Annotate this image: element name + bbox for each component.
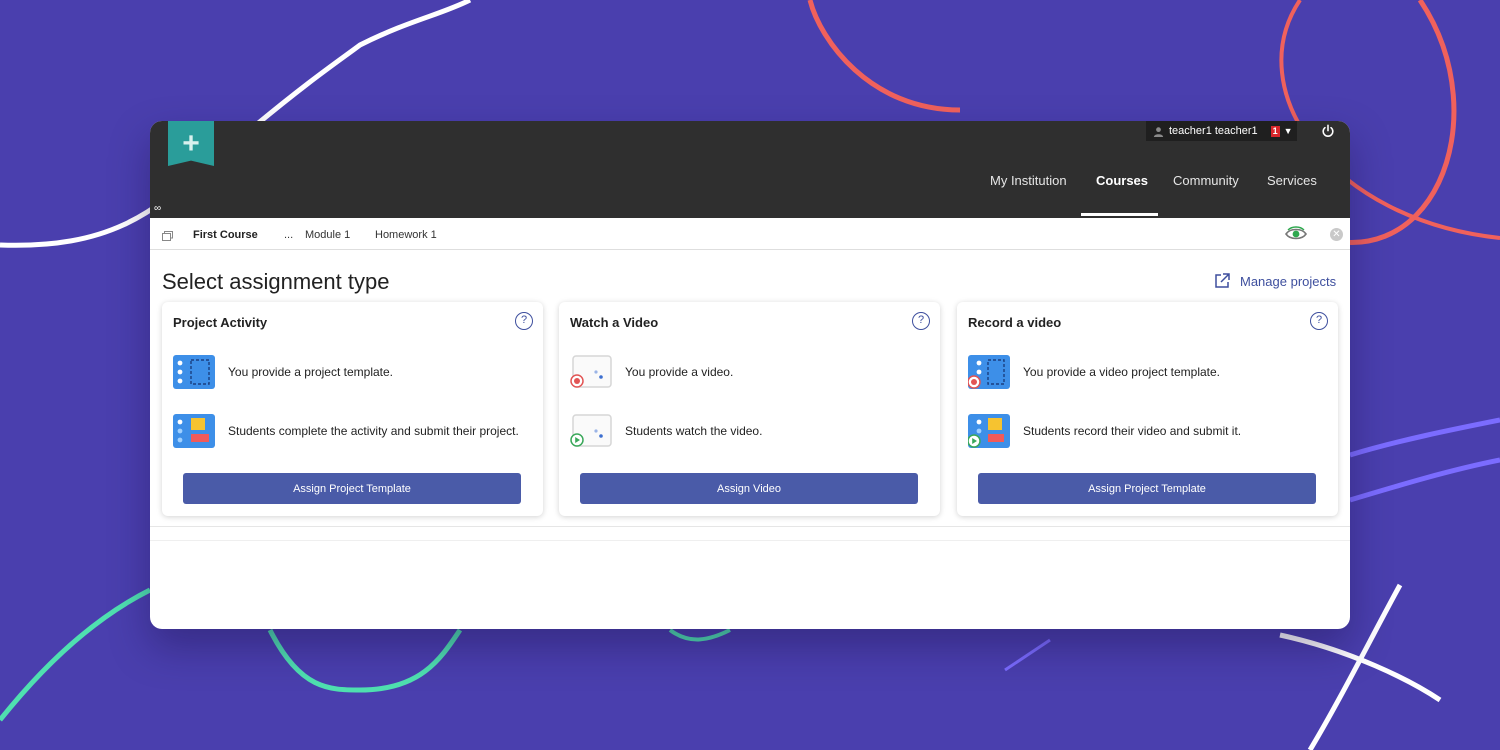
- list-item: Students record their video and submit i…: [968, 414, 1241, 448]
- assign-project-template-button[interactable]: Assign Project Template: [183, 473, 521, 504]
- nav-item-my-institution[interactable]: My Institution: [990, 169, 1067, 218]
- card-title: Record a video: [968, 315, 1062, 330]
- nav-item-community[interactable]: Community: [1173, 169, 1239, 218]
- user-menu[interactable]: teacher1 teacher1 1 ▼: [1146, 121, 1297, 141]
- submit-video-icon: [968, 414, 1010, 448]
- divider: [150, 526, 1350, 527]
- video-play-icon: [570, 414, 612, 447]
- top-navigation-bar: + ∞ teacher1 teacher1 1 ▼ My Institution…: [150, 121, 1350, 218]
- nav-item-courses[interactable]: Courses: [1096, 169, 1148, 218]
- add-logo-icon[interactable]: +: [168, 121, 214, 166]
- manage-projects-label: Manage projects: [1240, 273, 1337, 289]
- help-icon[interactable]: ?: [515, 312, 533, 330]
- notification-badge[interactable]: 1: [1270, 125, 1280, 137]
- main-nav: My Institution Courses Community Service…: [150, 169, 1350, 218]
- assign-project-template-button[interactable]: Assign Project Template: [978, 473, 1316, 504]
- assign-video-button[interactable]: Assign Video: [580, 473, 918, 504]
- card-title: Project Activity: [173, 315, 268, 330]
- video-record-icon: [570, 355, 612, 388]
- row-text: Students complete the activity and submi…: [228, 424, 519, 438]
- user-name: teacher1 teacher1: [1169, 125, 1258, 137]
- watch-video-card: Watch a Video ? You provide a video. Stu…: [559, 302, 940, 516]
- manage-projects-link[interactable]: Manage projects: [1213, 272, 1336, 290]
- eye-icon[interactable]: [1285, 226, 1307, 242]
- nav-item-services[interactable]: Services: [1267, 169, 1317, 218]
- help-icon[interactable]: ?: [912, 312, 930, 330]
- card-title: Watch a Video: [570, 315, 659, 330]
- app-window: + ∞ teacher1 teacher1 1 ▼ My Institution…: [150, 121, 1350, 629]
- project-activity-card: Project Activity ? You provide a project…: [162, 302, 543, 516]
- divider: [150, 540, 1350, 541]
- row-text: Students watch the video.: [625, 424, 763, 438]
- list-item: You provide a video project template.: [968, 355, 1220, 389]
- breadcrumb-module[interactable]: Module 1: [305, 229, 350, 241]
- external-link-icon: [1215, 273, 1230, 288]
- row-text: You provide a video.: [625, 365, 734, 379]
- row-text: You provide a video project template.: [1023, 365, 1221, 379]
- completed-project-icon: [173, 414, 215, 448]
- help-icon[interactable]: ?: [1310, 312, 1328, 330]
- record-video-card: Record a video ? You provide a video pro…: [957, 302, 1338, 516]
- tab-icon[interactable]: [162, 231, 173, 241]
- user-icon: [1153, 126, 1164, 137]
- list-item: Students watch the video.: [570, 414, 762, 448]
- project-template-icon: [173, 355, 215, 389]
- chevron-down-icon[interactable]: ▼: [1284, 126, 1293, 136]
- page-title: Select assignment type: [162, 269, 390, 294]
- list-item: Students complete the activity and submi…: [173, 414, 519, 448]
- row-text: You provide a project template.: [228, 365, 393, 379]
- breadcrumb-ellipsis[interactable]: ...: [284, 229, 293, 241]
- breadcrumb-item[interactable]: Homework 1: [375, 229, 437, 241]
- list-item: You provide a video.: [570, 355, 733, 389]
- video-template-icon: [968, 355, 1010, 389]
- active-nav-indicator: [1081, 213, 1158, 216]
- row-text: Students record their video and submit i…: [1023, 424, 1242, 438]
- breadcrumb-course[interactable]: First Course: [193, 229, 258, 241]
- breadcrumb: First Course ... Module 1 Homework 1 ✕: [150, 218, 1350, 250]
- list-item: You provide a project template.: [173, 355, 393, 389]
- power-icon[interactable]: [1321, 124, 1335, 138]
- close-icon[interactable]: ✕: [1330, 228, 1343, 241]
